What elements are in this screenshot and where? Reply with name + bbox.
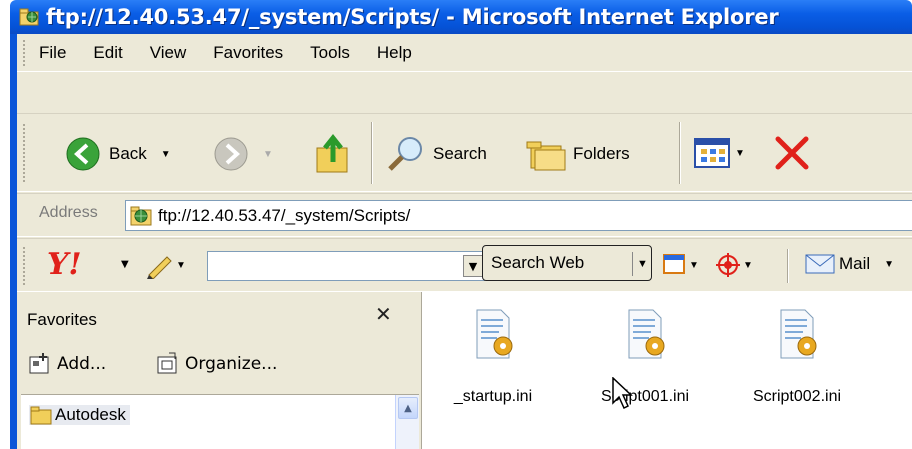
back-button[interactable]: Back ▼ [65, 136, 171, 172]
window-title: ftp://12.40.53.47/_system/Scripts/ - Mic… [46, 5, 779, 29]
menu-help[interactable]: Help [377, 43, 412, 63]
mail-dropdown-icon[interactable]: ▼ [884, 259, 894, 270]
favorites-list: Autodesk ▲ [21, 394, 419, 449]
file-item[interactable]: _startup.ini [423, 306, 563, 406]
menu-bar: File Edit View Favorites Tools Help [17, 34, 912, 72]
ini-settings-file-icon [476, 309, 513, 359]
window-border [10, 34, 17, 449]
toolbar-separator [371, 122, 373, 184]
menu-edit[interactable]: Edit [93, 43, 122, 63]
search-history-dropdown-icon[interactable]: ▼ [463, 255, 483, 277]
yahoo-tool-dropdown-icon[interactable]: ▼ [689, 260, 699, 271]
menu-tools[interactable]: Tools [310, 43, 350, 63]
address-bar: Address ftp://12.40.53.47/_system/Script… [17, 193, 912, 237]
yahoo-logo-button[interactable]: Y! [47, 247, 82, 282]
ie-window: ftp://12.40.53.47/_system/Scripts/ - Mic… [0, 0, 912, 449]
forward-arrow-icon [214, 137, 248, 171]
favorites-scrollbar[interactable]: ▲ [395, 395, 419, 449]
outer-margin [0, 34, 10, 449]
yahoo-tool-button[interactable]: ▼ [661, 251, 699, 279]
favorites-title: Favorites [27, 310, 97, 329]
add-favorite-button[interactable]: Add... [27, 352, 106, 376]
up-folder-icon [316, 133, 348, 173]
search-magnifier-icon [388, 137, 422, 171]
mail-button[interactable]: Mail ▼ [805, 253, 894, 275]
scroll-up-icon[interactable]: ▲ [398, 397, 418, 419]
search-web-label: Search Web [491, 253, 585, 272]
highlight-button[interactable]: ▼ [145, 251, 186, 279]
organize-favorites-button[interactable]: Organize... [155, 352, 277, 376]
title-bar[interactable]: ftp://12.40.53.47/_system/Scripts/ - Mic… [10, 0, 912, 34]
pencil-icon [147, 256, 172, 279]
yahoo-logo-icon: Y! [47, 247, 82, 282]
back-dropdown-icon[interactable]: ▼ [161, 149, 171, 160]
close-icon[interactable]: ✕ [375, 302, 392, 326]
yahoo-target-dropdown-icon[interactable]: ▼ [743, 260, 753, 271]
views-button[interactable]: ▼ [693, 136, 745, 170]
ftp-folder-icon [19, 8, 39, 26]
ini-settings-file-icon [628, 309, 665, 359]
search-label: Search [433, 144, 487, 163]
file-name: Script001.ini [600, 388, 690, 405]
menu-view[interactable]: View [150, 43, 187, 63]
folder-icon [30, 406, 52, 425]
views-icon [694, 138, 730, 168]
forward-dropdown-icon[interactable]: ▼ [263, 149, 273, 160]
file-list: _startup.ini Script001.ini Script002.ini [423, 292, 912, 449]
folders-button[interactable]: Folders [525, 136, 630, 172]
address-input[interactable]: ftp://12.40.53.47/_system/Scripts/ [125, 200, 912, 231]
address-value: ftp://12.40.53.47/_system/Scripts/ [158, 205, 411, 225]
menu-file[interactable]: File [39, 43, 66, 63]
ini-settings-file-icon [780, 309, 817, 359]
target-icon [716, 253, 740, 277]
window-tool-icon [663, 254, 685, 274]
menu-spacer [17, 72, 912, 113]
toolbar-separator [787, 249, 789, 283]
yahoo-toolbar: Y! ▼ ▼ ▼ Search Web ▼ ▼ ▼ Mail ▼ [17, 238, 912, 292]
search-web-button[interactable]: Search Web ▼ [482, 245, 652, 281]
add-favorite-icon [29, 353, 49, 374]
mouse-cursor-icon [612, 377, 633, 410]
add-favorite-label: Add... [57, 354, 107, 374]
ftp-folder-icon [130, 206, 152, 225]
file-name: Script002.ini [752, 388, 842, 405]
back-arrow-icon [66, 137, 100, 171]
toolbar-grip[interactable] [23, 124, 27, 182]
stop-x-icon [775, 136, 809, 170]
file-item[interactable]: Script001.ini [575, 306, 715, 406]
favorite-folder-label: Autodesk [55, 405, 126, 424]
standard-toolbar: Back ▼ ▼ Search Folders ▼ [17, 113, 912, 192]
views-dropdown-icon[interactable]: ▼ [735, 148, 745, 159]
toolbar-separator [679, 122, 681, 184]
stop-button[interactable] [773, 134, 811, 172]
favorites-pane: Favorites ✕ Add... Organize... Autodesk … [17, 292, 422, 449]
folders-label: Folders [573, 144, 630, 163]
search-web-dropdown-icon[interactable]: ▼ [632, 252, 652, 276]
search-button[interactable]: Search [385, 134, 487, 174]
yahoo-search-input[interactable]: ▼ [207, 251, 485, 281]
highlight-dropdown-icon[interactable]: ▼ [176, 260, 186, 271]
address-label: Address [39, 204, 98, 221]
organize-favorites-label: Organize... [185, 354, 278, 374]
yahoo-target-button[interactable]: ▼ [713, 251, 753, 279]
back-label: Back [109, 144, 147, 163]
forward-button[interactable]: ▼ [213, 136, 273, 172]
mail-envelope-icon [805, 254, 835, 274]
yahoo-grip[interactable] [23, 247, 27, 285]
menu-grip[interactable] [23, 40, 27, 66]
mail-label: Mail [839, 254, 871, 273]
menu-favorites[interactable]: Favorites [213, 43, 283, 63]
organize-favorites-icon [157, 352, 177, 374]
file-name: _startup.ini [453, 388, 533, 405]
yahoo-dropdown-icon[interactable]: ▼ [121, 259, 129, 270]
up-folder-button[interactable] [313, 132, 353, 176]
file-item[interactable]: Script002.ini [727, 306, 867, 406]
folders-icon [526, 141, 566, 171]
favorite-folder-autodesk[interactable]: Autodesk [29, 405, 130, 425]
